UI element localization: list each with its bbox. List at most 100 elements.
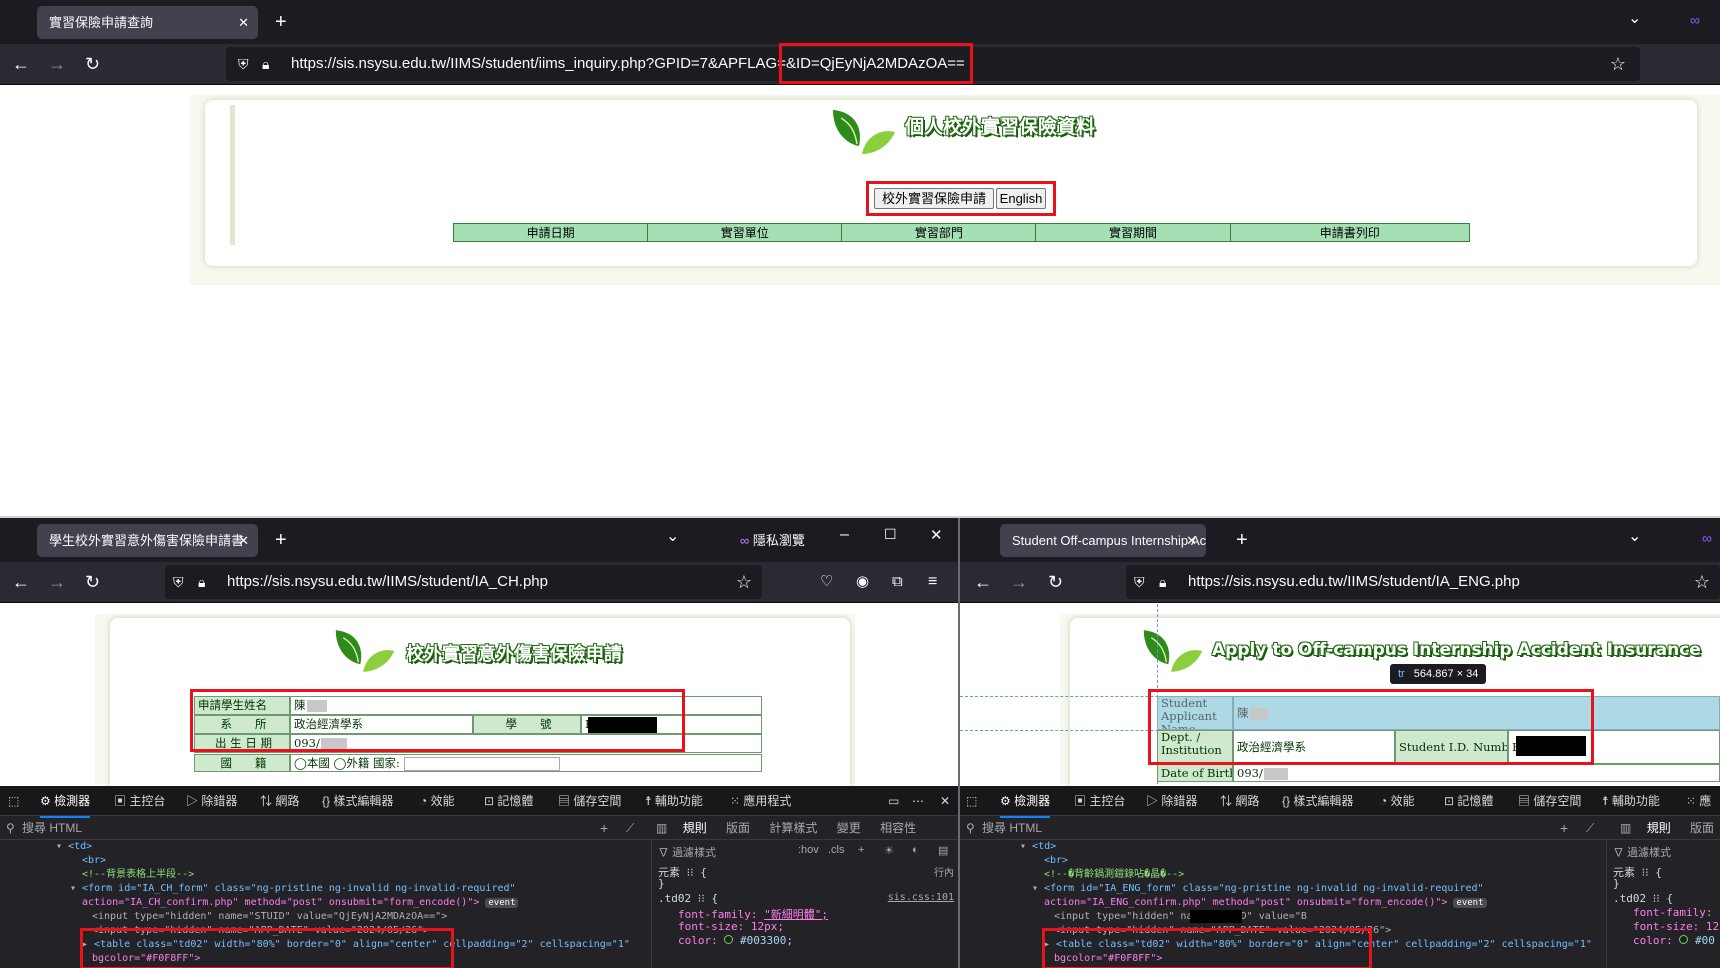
devtools-tab-console[interactable]: ▣ 主控台 (1074, 786, 1125, 816)
devtools-tab-storage[interactable]: ▤ 儲存空間 (558, 786, 621, 816)
html-line[interactable]: <!--背景表格上半段--> (0, 868, 630, 882)
event-badge[interactable]: event (485, 898, 519, 908)
back-icon[interactable]: ← (12, 570, 30, 594)
add-rule-icon[interactable]: + (858, 844, 864, 856)
list-tabs-icon[interactable]: ⌄ (1628, 526, 1641, 546)
country-input[interactable] (403, 757, 560, 771)
radio-foreign[interactable]: ◯ (334, 756, 347, 770)
html-line[interactable]: bgcolor="#F0F8FF"> (960, 952, 1592, 966)
sidebar-toggle-icon[interactable]: ▥ (1620, 821, 1631, 835)
html-line[interactable]: action="IA_ENG_confirm.php" method="post… (960, 896, 1592, 910)
english-button[interactable]: English (996, 188, 1046, 209)
url-bar[interactable]: ⛨ 🔒︎ https://sis.nsysu.edu.tw/IIMS/stude… (165, 565, 762, 599)
url-text[interactable]: https://sis.nsysu.edu.tw/IIMS/student/IA… (227, 565, 548, 599)
close-tab-icon[interactable]: ✕ (1186, 524, 1197, 557)
add-node-icon[interactable]: + (600, 816, 608, 840)
html-line[interactable]: <!--�背齡鍋測鎧錄呫�晶�--> (960, 868, 1592, 882)
reload-icon[interactable]: ↻ (85, 570, 100, 594)
devtools-tab-performance[interactable]: ◔ 效能 (420, 786, 455, 816)
forward-icon[interactable]: → (48, 570, 66, 594)
list-tabs-icon[interactable]: ⌄ (1628, 8, 1641, 28)
html-line[interactable]: ▾ <form id="IA_CH_form" class="ng-pristi… (0, 882, 630, 896)
html-line[interactable]: ▸ <table class="td02" width="80%" border… (0, 938, 630, 952)
close-window-icon[interactable]: ✕ (930, 526, 943, 544)
eyedropper-icon[interactable]: ⟋ (1586, 816, 1594, 840)
devtools-tab-memory[interactable]: ⊡ 記憶體 (484, 786, 533, 816)
html-line[interactable]: <input type="hidden" name="APP_DATE" val… (0, 924, 630, 938)
shield-icon[interactable]: ⛨ (238, 47, 249, 81)
tab-compatibility[interactable]: 相容性 (880, 821, 916, 835)
css-source-link[interactable]: sis.css:101 (888, 892, 954, 903)
tab-changes[interactable]: 變更 (837, 821, 861, 835)
browser-tab[interactable]: 實習保險申請查詢 ✕ (37, 6, 258, 39)
cls-toggle[interactable]: .cls (828, 844, 845, 856)
devtools-tab-console[interactable]: ▣ 主控台 (114, 786, 165, 816)
forward-icon[interactable]: → (48, 52, 66, 76)
bookmark-star-icon[interactable]: ☆ (1694, 565, 1710, 599)
lock-icon[interactable]: 🔒︎ (198, 565, 205, 599)
filter-styles-input[interactable]: 過濾樣式 (672, 847, 716, 859)
menu-icon[interactable]: ≡ (928, 570, 937, 594)
print-mode-icon[interactable]: ▤ (938, 844, 948, 857)
account-icon[interactable]: ◉ (856, 570, 869, 594)
tab-computed[interactable]: 計算樣式 (769, 821, 817, 835)
devtools-tab-performance[interactable]: ◔ 效能 (1380, 786, 1415, 816)
html-line[interactable]: <br> (960, 854, 1592, 868)
tab-rules[interactable]: 規則 (1647, 821, 1671, 835)
light-mode-icon[interactable]: ☀ (884, 844, 894, 857)
filter-styles-input[interactable]: 過濾樣式 (1627, 847, 1671, 859)
new-tab-button[interactable]: + (1236, 525, 1248, 555)
url-text[interactable]: https://sis.nsysu.edu.tw/IIMS/student/IA… (1188, 565, 1520, 599)
reload-icon[interactable]: ↻ (85, 52, 100, 76)
devtools-tab-debugger[interactable]: ▷ 除錯器 (186, 786, 237, 816)
devtools-tab-style-editor[interactable]: {} 樣式編輯器 (1282, 786, 1353, 816)
extensions-icon[interactable]: ⧉ (892, 570, 903, 594)
browser-tab[interactable]: Student Off-campus Internship Ac ✕ (1000, 524, 1206, 557)
list-tabs-icon[interactable]: ⌄ (666, 526, 679, 546)
devtools-tab-debugger[interactable]: ▷ 除錯器 (1146, 786, 1197, 816)
html-line[interactable]: <input type="hidden" name="APP_DATE" val… (960, 924, 1592, 938)
forward-icon[interactable]: → (1010, 570, 1028, 594)
html-line[interactable]: <br> (0, 854, 630, 868)
devtools-tab-inspector[interactable]: ⚙ 檢測器 (1000, 786, 1051, 818)
lock-icon[interactable]: 🔒︎ (262, 47, 269, 81)
sidebar-toggle-icon[interactable]: ▥ (656, 821, 667, 835)
devtools-tab-storage[interactable]: ▤ 儲存空間 (1518, 786, 1581, 816)
responsive-mode-icon[interactable]: ▭ (888, 786, 899, 816)
html-line[interactable]: bgcolor="#F0F8FF"> (0, 952, 630, 966)
minimize-icon[interactable]: – (840, 526, 849, 544)
shield-icon[interactable]: ⛨ (1134, 565, 1145, 599)
close-tab-icon[interactable]: ✕ (238, 524, 249, 557)
html-line[interactable]: ▾ <form id="IA_ENG_form" class="ng-prist… (960, 882, 1592, 896)
event-badge[interactable]: event (1453, 898, 1487, 908)
html-search-placeholder[interactable]: 搜尋 HTML (22, 816, 82, 840)
devtools-tab-network[interactable]: ⇅ 網路 (260, 786, 299, 816)
apply-insurance-button[interactable]: 校外實習保險申請 (874, 188, 994, 209)
html-search-bar[interactable]: ⚲ 搜尋 HTML + ⟋ ▥ 規則 版面 計算樣式 變更 相容性 (0, 816, 958, 840)
color-swatch[interactable] (1679, 935, 1689, 944)
bookmark-star-icon[interactable]: ☆ (736, 565, 752, 599)
add-node-icon[interactable]: + (1560, 816, 1568, 840)
eyedropper-icon[interactable]: ⟋ (626, 816, 634, 840)
new-tab-button[interactable]: + (275, 525, 287, 555)
hov-toggle[interactable]: :hov (798, 844, 819, 856)
tab-rules[interactable]: 規則 (683, 821, 707, 835)
close-tab-icon[interactable]: ✕ (238, 6, 249, 39)
pick-element-icon[interactable]: ⬚ (8, 786, 19, 816)
html-search-placeholder[interactable]: 搜尋 HTML (982, 816, 1042, 840)
back-icon[interactable]: ← (12, 52, 30, 76)
url-bar[interactable]: ⛨ 🔒︎ https://sis.nsysu.edu.tw/IIMS/stude… (1126, 565, 1720, 599)
devtools-tab-accessibility[interactable]: ☨ 輔助功能 (645, 786, 703, 816)
maximize-icon[interactable]: ☐ (884, 526, 897, 543)
pick-element-icon[interactable]: ⬚ (966, 786, 977, 816)
new-tab-button[interactable]: + (275, 7, 287, 37)
url-text[interactable]: https://sis.nsysu.edu.tw/IIMS/student/ii… (291, 47, 965, 81)
html-line[interactable]: action="IA_CH_confirm.php" method="post"… (0, 896, 630, 910)
html-line[interactable]: <input type="hidden" name="STUID" value=… (0, 910, 630, 924)
close-devtools-icon[interactable]: ✕ (940, 786, 950, 816)
tab-layout[interactable]: 版面 (726, 821, 750, 835)
reload-icon[interactable]: ↻ (1048, 570, 1063, 594)
html-line[interactable]: ▾ <td> (0, 840, 630, 854)
color-swatch[interactable] (724, 935, 734, 944)
devtools-tab-memory[interactable]: ⊡ 記憶體 (1444, 786, 1493, 816)
